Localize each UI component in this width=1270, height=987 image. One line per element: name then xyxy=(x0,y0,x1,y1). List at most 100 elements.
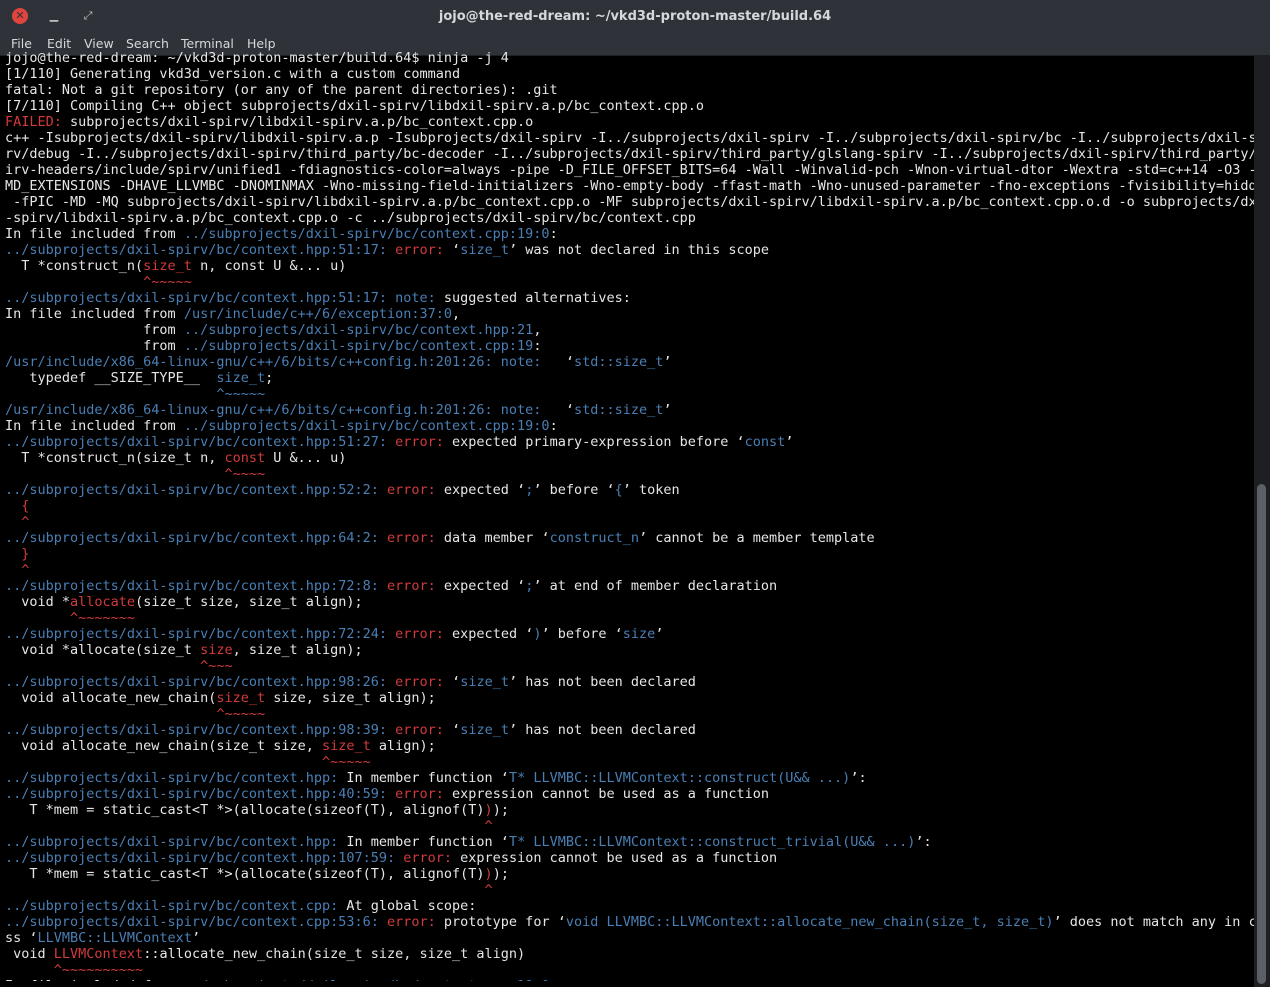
terminal-line: from ../subprojects/dxil-spirv/bc/contex… xyxy=(0,322,1254,338)
terminal-text: ’ token xyxy=(622,482,680,498)
terminal-line: T *mem = static_cast<T *>(allocate(sizeo… xyxy=(0,866,1254,882)
terminal-line: ^~~~~~ xyxy=(0,706,1254,722)
terminal-text: ‘ xyxy=(443,242,461,258)
terminal-text: ^~~~~~~~~~~ xyxy=(5,962,144,978)
terminal-text: ’ xyxy=(663,354,672,370)
terminal-line: T *construct_n(size_t n, const U &... u) xyxy=(0,258,1254,274)
terminal-text: n, const U &... u) xyxy=(191,258,347,274)
terminal-text: In file included from xyxy=(5,226,184,242)
terminal-text: expected ‘ xyxy=(435,578,526,594)
terminal-line: ../subprojects/dxil-spirv/bc/context.hpp… xyxy=(0,242,1254,258)
terminal-text: void xyxy=(5,946,54,962)
terminal-line: ss ‘LLVMBC::LLVMContext’ xyxy=(0,930,1254,946)
terminal-line: ../subprojects/dxil-spirv/bc/context.hpp… xyxy=(0,786,1254,802)
terminal-text: : xyxy=(533,338,542,354)
terminal-line: T *construct_n(size_t n, const U &... u) xyxy=(0,450,1254,466)
terminal-text: void *allocate(size_t xyxy=(5,642,201,658)
terminal-text: error: xyxy=(387,786,444,802)
terminal-text: /usr/include/c++/6/exception:37:0 xyxy=(183,306,453,322)
terminal-text: ‘ xyxy=(541,402,574,418)
terminal-text: , size_t align); xyxy=(232,642,363,658)
terminal-text: T *mem = static_cast<T *>(allocate(sizeo… xyxy=(5,802,485,818)
terminal-text: void allocate_new_chain(size_t size, xyxy=(5,738,322,754)
scrollbar[interactable] xyxy=(1254,56,1270,987)
menu-terminal[interactable]: Terminal xyxy=(181,36,234,51)
terminal-text: error: xyxy=(387,434,444,450)
terminal-line: typedef __SIZE_TYPE__ size_t; xyxy=(0,370,1254,386)
terminal-line: FAILED: subprojects/dxil-spirv/libdxil-s… xyxy=(0,114,1254,130)
menu-edit[interactable]: Edit xyxy=(47,36,71,51)
terminal-text: ’ before ‘ xyxy=(541,626,623,642)
terminal-text: ’ cannot be a member template xyxy=(638,530,875,546)
terminal-text: , xyxy=(452,306,461,322)
terminal-line: ^~~~~~ xyxy=(0,754,1254,770)
terminal-text: MD_EXTENSIONS -DHAVE_LLVMBC -DNOMINMAX -… xyxy=(5,178,1254,194)
terminal-line: ../subprojects/dxil-spirv/bc/context.hpp… xyxy=(0,626,1254,642)
scrollbar-thumb[interactable] xyxy=(1257,484,1266,984)
terminal-text: ’ before ‘ xyxy=(533,482,615,498)
terminal-text: typedef __SIZE_TYPE__ xyxy=(5,370,217,386)
terminal-text: size_t xyxy=(143,258,192,274)
terminal-line: ../subprojects/dxil-spirv/bc/context.hpp… xyxy=(0,482,1254,498)
terminal-line: ../subprojects/dxil-spirv/bc/context.hpp… xyxy=(0,722,1254,738)
terminal-text: : xyxy=(549,418,558,434)
terminal-text: ^ xyxy=(5,882,493,898)
terminal-line: ^ xyxy=(0,818,1254,834)
terminal-text: from xyxy=(5,322,184,338)
terminal-text: ^ xyxy=(5,818,493,834)
title-bar[interactable]: ✕ ▁ ⤢ jojo@the-red-dream: ~/vkd3d-proton… xyxy=(0,0,1270,33)
terminal-text: In file included from xyxy=(5,418,184,434)
terminal-text: align); xyxy=(370,738,436,754)
terminal-text: } xyxy=(5,546,30,562)
terminal-line: In file included from ../subprojects/dxi… xyxy=(0,226,1254,242)
terminal-text: ../subprojects/dxil-spirv/bc/context.cpp… xyxy=(183,418,550,434)
terminal-text: ../subprojects/dxil-spirv/bc/context.hpp… xyxy=(5,770,339,786)
terminal-line: -spirv/libdxil-spirv.a.p/bc_context.cpp.… xyxy=(0,210,1254,226)
terminal-line: ../subprojects/dxil-spirv/bc/context.hpp… xyxy=(0,578,1254,594)
terminal-text: ’ xyxy=(785,434,794,450)
terminal-text: size_t xyxy=(460,242,509,258)
terminal-output[interactable]: jojo@the-red-dream: ~/vkd3d-proton-maste… xyxy=(0,50,1254,981)
menu-file[interactable]: File xyxy=(11,36,32,51)
terminal-line: /usr/include/x86_64-linux-gnu/c++/6/bits… xyxy=(0,402,1254,418)
terminal-text: ../subprojects/dxil-spirv/bc/context.hpp… xyxy=(183,322,534,338)
terminal-text: const xyxy=(744,434,786,450)
terminal-text: ’ xyxy=(655,626,664,642)
terminal-text: ) xyxy=(484,802,493,818)
terminal-text: T* LLVMBC::LLVMContext::construct_trivia… xyxy=(508,834,916,850)
terminal-text: ^~~~~~ xyxy=(5,706,266,722)
terminal-text: ^~~~~ xyxy=(5,466,266,482)
terminal-text: ../subprojects/dxil-spirv/bc/context.hpp… xyxy=(5,482,379,498)
terminal-text: -spirv/libdxil-spirv.a.p/bc_context.cpp.… xyxy=(5,210,696,226)
terminal-text: ’ xyxy=(191,930,201,946)
terminal-text: size_t xyxy=(216,370,266,386)
menu-help[interactable]: Help xyxy=(247,36,276,51)
terminal-text: ../subprojects/dxil-spirv/bc/context.hpp… xyxy=(5,850,396,866)
terminal-line: void LLVMContext::allocate_new_chain(siz… xyxy=(0,946,1254,962)
terminal-text: ^~~~~~ xyxy=(5,386,266,402)
terminal-line: ^ xyxy=(0,514,1254,530)
terminal-text: subprojects/dxil-spirv/libdxil-spirv.a.p… xyxy=(70,114,534,130)
terminal-text: ); xyxy=(492,866,509,882)
terminal-text: ^~~~~~~~ xyxy=(5,610,136,626)
terminal-text: error: xyxy=(387,674,444,690)
terminal-text: from xyxy=(5,338,184,354)
terminal-text: LLVMContext xyxy=(53,946,144,962)
terminal-text: error: xyxy=(387,722,444,738)
terminal-text: FAILED: xyxy=(5,114,71,130)
terminal-text: ../subprojects/dxil-spirv/bc/context.hpp… xyxy=(5,786,388,802)
terminal-text: In member function ‘ xyxy=(338,834,509,850)
terminal-line: rv/debug -I../subprojects/dxil-spirv/thi… xyxy=(0,146,1254,162)
terminal-text: ‘ xyxy=(443,722,461,738)
menu-search[interactable]: Search xyxy=(126,36,169,51)
terminal-text: ../subprojects/dxil-spirv/bc/context.hpp… xyxy=(5,626,388,642)
menu-view[interactable]: View xyxy=(84,36,114,51)
terminal-text: suggested alternatives: xyxy=(435,290,631,306)
terminal-line: } xyxy=(0,546,1254,562)
terminal-line: In file included from ../subprojects/dxi… xyxy=(0,978,1254,981)
terminal-text: prototype for ‘ xyxy=(435,914,566,930)
terminal-line: irv-headers/include/spirv/unified1 -fdia… xyxy=(0,162,1254,178)
terminal-line: void allocate_new_chain(size_t size, siz… xyxy=(0,738,1254,754)
terminal-text: T *mem = static_cast<T *>(allocate(sizeo… xyxy=(5,866,485,882)
terminal-text: size_t xyxy=(460,722,509,738)
